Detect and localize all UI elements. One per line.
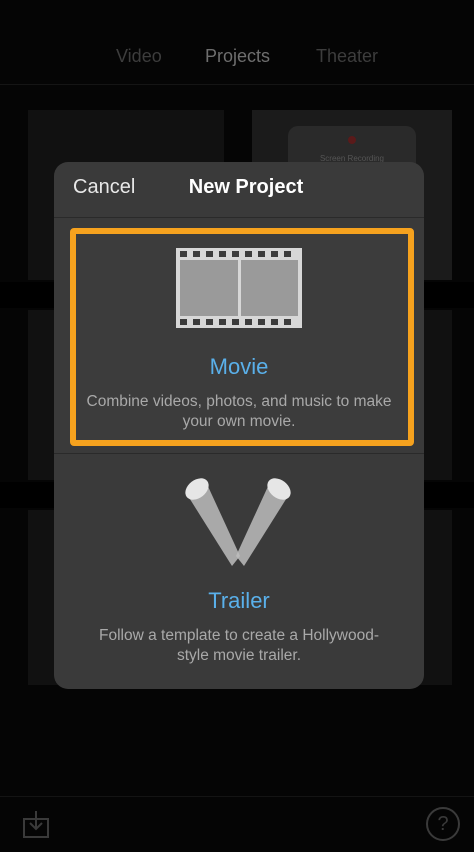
film-strip-icon xyxy=(176,248,302,328)
help-button[interactable]: ? xyxy=(426,807,460,841)
movie-option-description: Combine videos, photos, and music to mak… xyxy=(86,393,392,430)
trailer-option[interactable]: Trailer Follow a template to create a Ho… xyxy=(54,454,424,689)
bottom-toolbar: ? xyxy=(0,796,474,852)
top-tab-bar: Video Projects Theater xyxy=(0,40,474,76)
trailer-option-title: Trailer xyxy=(208,588,270,613)
trailer-option-description: Follow a template to create a Hollywood-… xyxy=(99,627,379,664)
movie-option-title: Movie xyxy=(209,354,269,379)
import-icon[interactable] xyxy=(22,809,50,839)
imovie-projects-screen: Video Projects Theater Screen Recording … xyxy=(0,0,474,852)
tab-theater[interactable]: Theater xyxy=(316,46,378,67)
movie-option[interactable]: Movie Combine videos, photos, and music … xyxy=(54,218,424,452)
spotlights-icon xyxy=(185,478,291,566)
dialog-header: Cancel New Project xyxy=(54,162,424,218)
record-dot-icon xyxy=(348,136,356,144)
status-bar xyxy=(0,0,474,28)
tab-video[interactable]: Video xyxy=(116,46,162,67)
new-project-dialog: Cancel New Project Movie Combine videos,… xyxy=(54,162,424,689)
top-divider xyxy=(0,84,474,85)
dialog-title: New Project xyxy=(188,176,304,198)
tab-projects[interactable]: Projects xyxy=(205,46,270,67)
